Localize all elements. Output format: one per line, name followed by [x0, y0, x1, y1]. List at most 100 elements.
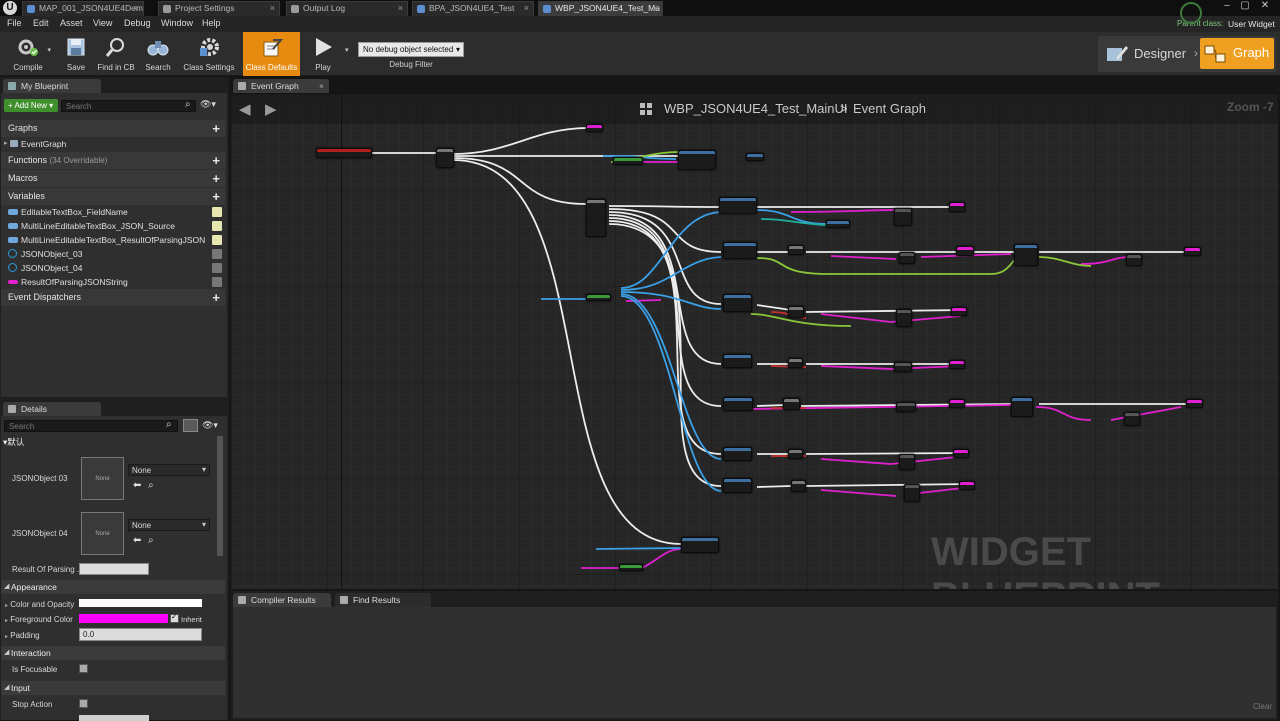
maximize-icon[interactable]: ▢: [1238, 0, 1252, 12]
function-node[interactable]: [719, 197, 757, 214]
append-node[interactable]: [894, 362, 912, 372]
expand-arrow-icon[interactable]: ▸: [4, 137, 8, 151]
function-node[interactable]: [1011, 397, 1033, 417]
unreal-logo-icon[interactable]: U: [3, 1, 17, 15]
branch-node[interactable]: [791, 480, 806, 492]
jsonobject03-thumbnail[interactable]: None: [81, 457, 124, 500]
jsonobject04-thumbnail[interactable]: None: [81, 512, 124, 555]
eye-hidden-icon[interactable]: [212, 249, 222, 259]
add-macro-icon[interactable]: +: [212, 170, 220, 187]
branch-node[interactable]: [788, 358, 803, 368]
print-node[interactable]: [1186, 399, 1203, 408]
compile-button[interactable]: Compile ▾: [2, 32, 54, 76]
color-opacity-swatch[interactable]: [79, 599, 202, 607]
eye-visible-icon[interactable]: [212, 235, 222, 245]
padding-input[interactable]: 0.0: [79, 628, 202, 641]
append-node[interactable]: [894, 208, 912, 226]
close-window-icon[interactable]: ✕: [1258, 0, 1272, 12]
print-node[interactable]: [949, 202, 965, 212]
branch-node[interactable]: [788, 306, 804, 318]
menu-window[interactable]: Window: [161, 18, 193, 28]
compiler-results-area[interactable]: [233, 607, 1276, 718]
function-node[interactable]: [723, 354, 752, 368]
sequence-node[interactable]: [436, 148, 454, 168]
debug-object-dropdown[interactable]: No debug object selected ▾: [358, 42, 464, 57]
details-scrollbar[interactable]: [217, 436, 223, 556]
function-node[interactable]: [723, 397, 753, 411]
branch-node[interactable]: [783, 398, 800, 410]
print-node[interactable]: [951, 307, 967, 316]
search-button[interactable]: Search: [142, 32, 174, 76]
menu-help[interactable]: Help: [202, 18, 221, 28]
clear-button[interactable]: Clear: [1253, 702, 1272, 711]
variable-item[interactable]: JSONObject_03: [8, 247, 224, 261]
event-graph-canvas[interactable]: ◀ ▶ WBP_JSON4UE4_Test_MainUI > Event Gra…: [231, 94, 1278, 589]
print-node[interactable]: [956, 246, 974, 256]
close-icon[interactable]: ×: [398, 2, 403, 15]
eye-icon[interactable]: 👁▾: [200, 99, 216, 110]
graphs-section[interactable]: Graphs +: [1, 120, 225, 137]
add-graph-icon[interactable]: +: [212, 120, 220, 137]
add-new-button[interactable]: + Add New ▾: [4, 99, 58, 112]
close-icon[interactable]: ×: [524, 2, 529, 15]
get-node[interactable]: [586, 294, 611, 301]
tab-project-settings[interactable]: Project Settings ×: [158, 1, 280, 16]
close-icon[interactable]: ×: [270, 2, 275, 15]
append-node[interactable]: [899, 454, 915, 470]
variable-item[interactable]: ResultOfParsingJSONString: [8, 275, 224, 289]
parent-class-value[interactable]: User Widget: [1228, 19, 1275, 29]
appearance-section[interactable]: ◢ Appearance: [1, 580, 225, 594]
tab-event-graph[interactable]: Event Graph ×: [233, 79, 329, 93]
result-of-parsing-field[interactable]: [79, 563, 149, 575]
branch-node[interactable]: [788, 245, 804, 255]
print-node[interactable]: [949, 360, 965, 369]
function-node[interactable]: [681, 537, 719, 553]
inherit-checkbox[interactable]: ✓: [170, 612, 179, 623]
get-node[interactable]: [619, 564, 643, 571]
add-dispatcher-icon[interactable]: +: [212, 289, 220, 306]
play-options-chevron-icon[interactable]: ▾: [345, 46, 349, 54]
menu-asset[interactable]: Asset: [60, 18, 83, 28]
variable-item[interactable]: MultiLineEditableTextBox_JSON_Source: [8, 219, 224, 233]
set-text-node[interactable]: [746, 153, 764, 161]
save-button[interactable]: Save: [60, 32, 92, 76]
is-focusable-checkbox[interactable]: [79, 664, 88, 673]
close-icon[interactable]: ×: [134, 2, 139, 15]
event-node[interactable]: [316, 148, 372, 158]
print-node[interactable]: [953, 449, 969, 458]
print-node[interactable]: [949, 399, 965, 408]
play-button[interactable]: Play: [305, 32, 341, 76]
function-node[interactable]: [723, 242, 757, 259]
my-blueprint-search-input[interactable]: Search: [61, 100, 196, 112]
add-variable-icon[interactable]: +: [212, 188, 220, 205]
append-node[interactable]: [1124, 412, 1140, 426]
print-node[interactable]: [586, 124, 603, 132]
print-node[interactable]: [1184, 247, 1201, 256]
eye-visible-icon[interactable]: [212, 207, 222, 217]
foreground-color-swatch[interactable]: [79, 614, 168, 623]
variables-section[interactable]: Variables +: [1, 188, 225, 205]
chevron-down-icon[interactable]: ▾: [47, 46, 51, 54]
function-node[interactable]: [678, 150, 716, 170]
grid-view-icon[interactable]: [183, 419, 198, 432]
event-dispatchers-section[interactable]: Event Dispatchers +: [1, 289, 225, 306]
class-defaults-button[interactable]: Class Defaults: [243, 32, 300, 76]
print-node[interactable]: [959, 481, 975, 490]
browse-search-icon[interactable]: ⌕: [148, 480, 154, 491]
function-node[interactable]: [723, 478, 752, 493]
class-settings-button[interactable]: Class Settings: [180, 32, 238, 76]
tab-wbp-main[interactable]: WBP_JSON4UE4_Test_Ma ×: [538, 1, 663, 16]
append-node[interactable]: [899, 252, 915, 264]
menu-file[interactable]: File: [7, 18, 22, 28]
eye-hidden-icon[interactable]: [212, 263, 222, 273]
literal-node[interactable]: [826, 220, 850, 228]
browse-search-icon[interactable]: ⌕: [148, 535, 154, 546]
expand-arrow-icon[interactable]: ▸: [5, 603, 8, 609]
function-node[interactable]: [1014, 244, 1038, 266]
sequence-node[interactable]: [586, 199, 606, 237]
tab-output-log[interactable]: Output Log ×: [286, 1, 408, 16]
branch-node[interactable]: [788, 449, 803, 459]
variable-item[interactable]: EditableTextBox_FieldName: [8, 205, 224, 219]
details-search-input[interactable]: Search: [4, 420, 178, 432]
append-node[interactable]: [896, 309, 912, 327]
